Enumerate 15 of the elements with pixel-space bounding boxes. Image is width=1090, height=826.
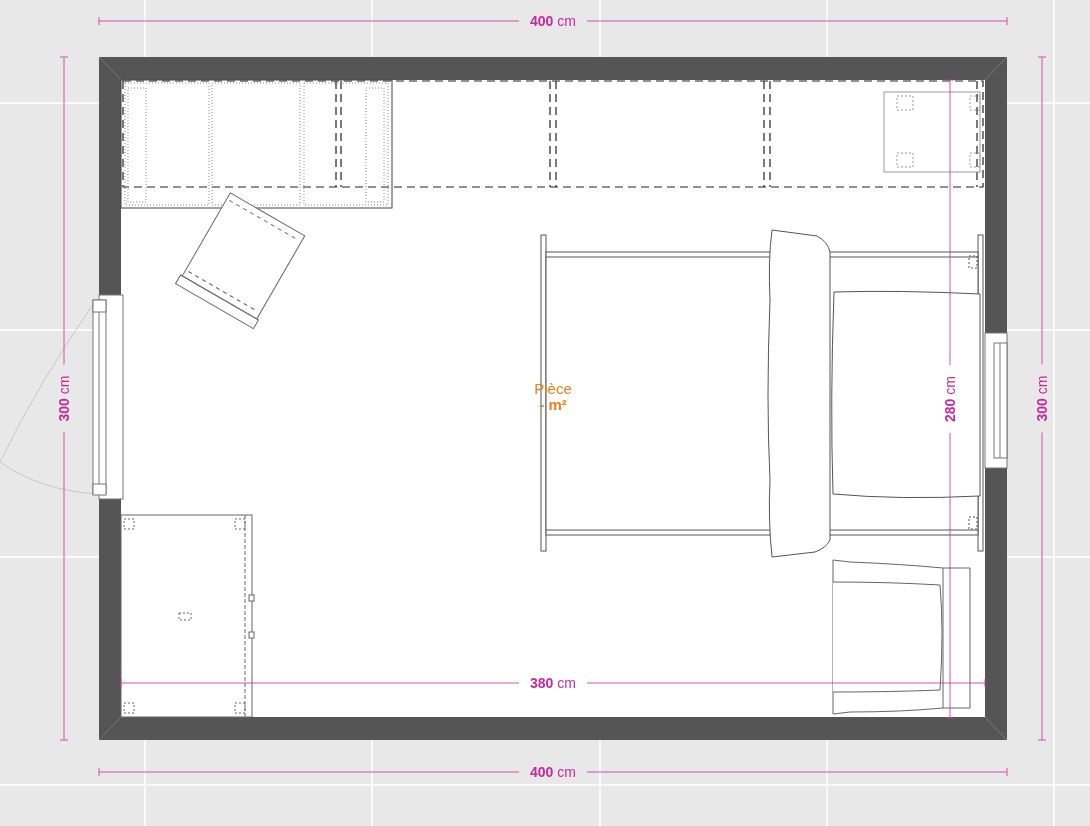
dresser-drawing[interactable]: [120, 514, 255, 718]
dimension-label: 380 cm: [530, 675, 576, 691]
dimension-label: 300 cm: [1034, 375, 1050, 422]
dimension-label: 400 cm: [530, 13, 576, 29]
chair-drawing[interactable]: [175, 192, 306, 330]
shelf-drawing[interactable]: [883, 91, 981, 173]
window-drawing[interactable]: [984, 332, 1008, 469]
dimension-label: 300 cm: [56, 375, 72, 422]
sofa-drawing[interactable]: [120, 79, 393, 209]
wardrobe-drawing[interactable]: [122, 80, 984, 188]
room-area: - m²: [539, 396, 567, 413]
window-drawing[interactable]: [92, 294, 124, 500]
dimension-label: 400 cm: [530, 764, 576, 780]
dimension-label: 280 cm: [942, 376, 958, 422]
armchair-drawing[interactable]: [832, 559, 971, 715]
